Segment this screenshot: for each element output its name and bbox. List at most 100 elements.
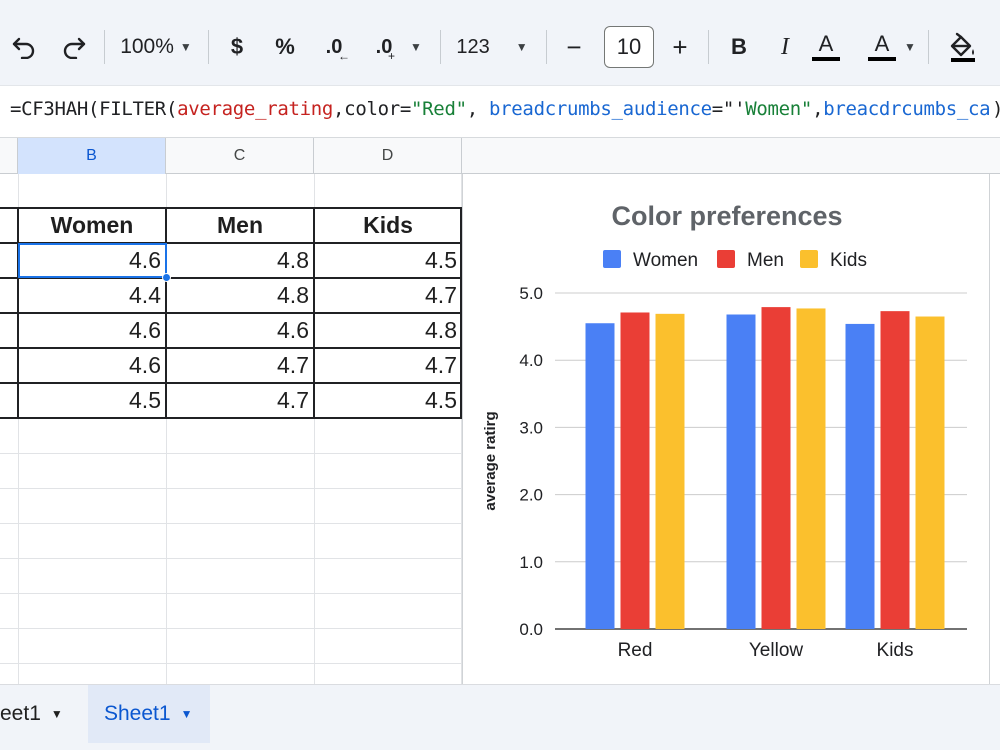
decrease-font-size-button[interactable]: −	[560, 25, 588, 69]
y-tick-label: 4.0	[519, 351, 543, 370]
table-cell[interactable]: 4.5	[314, 243, 462, 278]
highlight-color-dropdown[interactable]: ▼	[900, 25, 920, 69]
increase-font-size-button[interactable]: +	[666, 25, 694, 69]
bar	[761, 307, 791, 629]
text-color-button[interactable]: A	[810, 25, 842, 69]
table-border	[0, 382, 462, 384]
formula-bar[interactable]: =CF3HAH(FILTER(average_rating,color="Red…	[0, 86, 1000, 138]
table-border	[165, 207, 167, 419]
table-cell[interactable]: 4.5	[314, 383, 462, 418]
table-header-cell[interactable]: Women	[18, 208, 166, 243]
table-cell[interactable]: 4.6	[18, 348, 166, 383]
y-axis-label: average ratirg	[482, 411, 499, 510]
zoom-select[interactable]: 100% ▼	[114, 25, 198, 69]
table-cell[interactable]: 4.7	[166, 348, 314, 383]
sheet-tab[interactable]: eet1 ▼	[0, 685, 78, 743]
table-cell[interactable]: 4.6	[166, 313, 314, 348]
formula-range-ref: average_rating	[177, 98, 334, 120]
formula-text-segment: ="'	[711, 98, 746, 120]
y-tick-label: 5.0	[519, 284, 543, 303]
column-letter: D	[381, 147, 394, 164]
highlight-color-button[interactable]: A	[864, 25, 900, 69]
minus-icon: −	[566, 31, 582, 62]
table-border	[0, 207, 462, 209]
percent-label: %	[275, 34, 295, 59]
plus-icon: +	[672, 31, 688, 62]
table-header-cell[interactable]: Kids	[314, 208, 462, 243]
toolbar-divider	[440, 30, 441, 64]
bar	[880, 311, 910, 629]
table-header-cell[interactable]: Men	[166, 208, 314, 243]
table-cell[interactable]: 4.4	[18, 278, 166, 313]
chevron-down-icon: ▼	[410, 40, 422, 54]
color-underline	[812, 57, 840, 61]
font-size-value: 10	[616, 34, 642, 59]
zoom-value: 100%	[120, 35, 174, 58]
italic-button[interactable]: I	[770, 25, 800, 69]
cell-value: 4.8	[277, 282, 309, 308]
cell-value: 4.5	[425, 247, 457, 273]
column-header-c[interactable]: C	[166, 138, 314, 174]
sheet-tab-active[interactable]: Sheet1 ▼	[88, 685, 210, 743]
y-tick-label: 2.0	[519, 486, 543, 505]
fill-handle[interactable]	[162, 273, 171, 282]
table-cell[interactable]: 4.7	[166, 383, 314, 418]
more-formats-dropdown[interactable]: ▼	[404, 25, 428, 69]
chart-title: Color preferences	[611, 201, 842, 231]
table-cell[interactable]: 4.7	[314, 278, 462, 313]
table-border	[0, 347, 462, 349]
toolbar-divider	[708, 30, 709, 64]
grid-line	[0, 593, 462, 594]
color-underline	[868, 57, 896, 61]
percent-format-button[interactable]: %	[270, 25, 300, 69]
undo-icon	[11, 35, 37, 59]
undo-button[interactable]	[8, 25, 40, 69]
bold-label: B	[731, 34, 747, 59]
increase-decimal-button[interactable]: .0 +	[366, 25, 402, 69]
cell-value: 4.5	[425, 387, 457, 413]
bar-chart[interactable]: Color preferences Women Men Kids 0.0 1.0 2.0 3.…	[462, 174, 990, 684]
column-header-b[interactable]: B	[18, 138, 166, 174]
formula-text-segment: ,	[812, 98, 824, 120]
table-cell[interactable]: 4.8	[166, 243, 314, 278]
highlight-color-label: A	[874, 31, 890, 56]
redo-button[interactable]	[58, 25, 90, 69]
cell-grid[interactable]: Women Men Kids 4.6 4.8 4.5 4.4 4.8 4.7 4…	[0, 174, 462, 684]
table-cell[interactable]: 4.6	[18, 313, 166, 348]
y-tick-label: 1.0	[519, 553, 543, 572]
bold-button[interactable]: B	[724, 25, 754, 69]
toolbar-divider	[208, 30, 209, 64]
font-size-field[interactable]: 10	[604, 25, 654, 69]
chevron-down-icon: ▼	[904, 40, 916, 54]
formula-string: Women"	[745, 98, 813, 120]
chevron-down-icon: ▼	[515, 40, 528, 54]
table-border	[0, 312, 462, 314]
column-headers: B C D	[0, 138, 1000, 174]
active-cell-selection[interactable]	[18, 243, 167, 278]
decrease-decimal-button[interactable]: .0 ←	[316, 25, 352, 69]
sheet-tab-label: eet1	[0, 702, 41, 725]
table-cell[interactable]: 4.7	[314, 348, 462, 383]
formula-range-ref: breadcrumbs_audience	[489, 98, 712, 120]
column-header-a[interactable]	[0, 138, 18, 174]
table-cell[interactable]: 4.5	[18, 383, 166, 418]
currency-format-button[interactable]: $	[222, 25, 252, 69]
chart-canvas: Color preferences Women Men Kids 0.0 1.0 2.0 3.…	[482, 201, 967, 661]
grid-line	[0, 558, 462, 559]
table-cell[interactable]: 4.8	[166, 278, 314, 313]
grid-line	[0, 523, 462, 524]
formula-text[interactable]: =CF3HAH(FILTER(average_rating,color="Red…	[10, 98, 991, 120]
formula-text-segment: ,color=	[333, 98, 412, 120]
legend-swatch	[800, 250, 818, 268]
fill-color-button[interactable]	[944, 25, 980, 69]
currency-label: $	[230, 34, 244, 59]
legend-label: Kids	[830, 250, 867, 271]
cell-value: 4.4	[129, 282, 161, 308]
legend-label: Men	[747, 250, 784, 271]
table-cell[interactable]: 4.8	[314, 313, 462, 348]
toolbar: 100% ▼ $ % .0 ← .0 + ▼ 123 ▼ − 10 + B I …	[0, 0, 1000, 86]
table-border	[17, 207, 19, 419]
column-header-d[interactable]: D	[314, 138, 462, 174]
table-border	[0, 417, 462, 419]
number-format-select[interactable]: 123 ▼	[450, 25, 534, 69]
